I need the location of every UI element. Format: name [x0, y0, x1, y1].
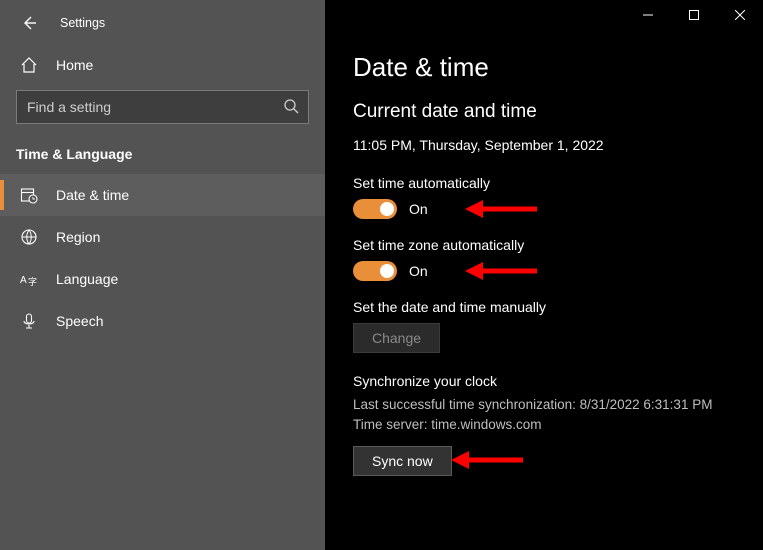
sidebar: Settings Home Time & Language Date & tim…: [0, 0, 325, 550]
window-title: Settings: [60, 16, 105, 30]
sync-heading: Synchronize your clock: [353, 373, 735, 389]
set-tz-auto-label: Set time zone automatically: [353, 237, 735, 253]
microphone-icon: [20, 312, 38, 330]
globe-icon: [20, 228, 38, 246]
sidebar-home[interactable]: Home: [0, 46, 325, 84]
svg-text:字: 字: [28, 276, 37, 287]
current-datetime-heading: Current date and time: [353, 101, 735, 123]
annotation-arrow-icon: [465, 197, 537, 221]
minimize-button[interactable]: [625, 0, 671, 30]
close-icon: [735, 10, 745, 20]
sync-server-text: Time server: time.windows.com: [353, 415, 735, 435]
set-tz-auto-state: On: [409, 263, 428, 279]
home-icon: [20, 56, 38, 74]
annotation-arrow-icon: [465, 259, 537, 283]
set-tz-auto-toggle[interactable]: [353, 261, 397, 281]
annotation-arrow-icon: [451, 448, 523, 472]
sidebar-item-label: Speech: [56, 313, 103, 329]
sidebar-item-date-time[interactable]: Date & time: [0, 174, 325, 216]
sidebar-home-label: Home: [56, 57, 93, 73]
current-datetime-value: 11:05 PM, Thursday, September 1, 2022: [353, 137, 735, 153]
sidebar-section-label: Time & Language: [0, 138, 325, 174]
set-time-auto-state: On: [409, 201, 428, 217]
maximize-button[interactable]: [671, 0, 717, 30]
set-manual-label: Set the date and time manually: [353, 299, 735, 315]
svg-text:A: A: [20, 275, 27, 286]
arrow-left-icon: [21, 15, 37, 31]
sidebar-item-label: Language: [56, 271, 118, 287]
sidebar-item-language[interactable]: A字 Language: [0, 258, 325, 300]
sidebar-item-region[interactable]: Region: [0, 216, 325, 258]
calendar-clock-icon: [20, 186, 38, 204]
change-button: Change: [353, 323, 440, 353]
sidebar-item-label: Region: [56, 229, 100, 245]
close-button[interactable]: [717, 0, 763, 30]
sync-last-text: Last successful time synchronization: 8/…: [353, 395, 735, 415]
search-input[interactable]: [16, 90, 309, 124]
sync-now-button[interactable]: Sync now: [353, 446, 452, 476]
page-title: Date & time: [353, 52, 735, 83]
set-time-auto-label: Set time automatically: [353, 175, 735, 191]
sidebar-item-speech[interactable]: Speech: [0, 300, 325, 342]
maximize-icon: [689, 10, 699, 20]
search-icon: [283, 98, 301, 116]
content-pane: Date & time Current date and time 11:05 …: [325, 0, 763, 550]
language-icon: A字: [20, 270, 38, 288]
minimize-icon: [643, 10, 653, 20]
set-time-auto-toggle[interactable]: [353, 199, 397, 219]
sidebar-item-label: Date & time: [56, 187, 129, 203]
back-button[interactable]: [20, 14, 38, 32]
